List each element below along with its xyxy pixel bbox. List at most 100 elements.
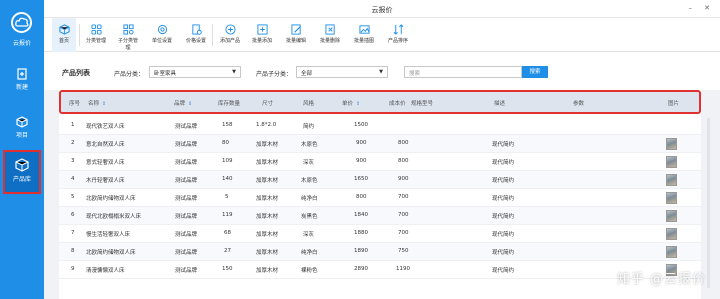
cell-price: 900 [356, 158, 367, 164]
subcategory-select[interactable]: 全部 ▼ [296, 66, 388, 78]
cell-style: 木原色 [301, 142, 318, 148]
cell-description: 现代简约 [492, 268, 515, 274]
unit-settings-icon [157, 24, 167, 35]
table-row[interactable]: 1 现代铁艺双人床 测试品牌 158 1.8*2.0 简约 1500 [59, 117, 701, 135]
header-description[interactable]: 描述 [494, 99, 505, 107]
sidebar-item-label: 产品库 [12, 176, 31, 183]
toolbar-category-button[interactable]: 分类管理 [84, 18, 108, 52]
toolbar-divider [79, 24, 80, 46]
cell-price: 1890 [354, 248, 368, 254]
cell-stock: 68 [224, 230, 231, 236]
cell-name: 现代铁艺双人床 [86, 124, 125, 130]
cell-size: 加厚木材 [256, 268, 279, 274]
sort-icon[interactable]: ⇕ [356, 101, 360, 107]
cell-price: 1840 [354, 212, 368, 218]
cell-no: 5 [71, 194, 75, 200]
cell-description: 现代简约 [492, 160, 515, 166]
table-row[interactable]: 4 木丹轻奢双人床 测试品牌 140 加厚木材 木原色 1650 900 现代简… [59, 171, 701, 189]
table-row[interactable]: 5 北欧简约储物双人床 测试品牌 5 加厚木材 纯净白 800 700 现代简约 [59, 189, 701, 207]
sidebar-item-product-library[interactable]: 产品库 [3, 150, 41, 194]
add-product-icon [224, 24, 236, 35]
cell-no: 2 [71, 140, 75, 146]
header-label: 名称 [88, 101, 100, 107]
toolbar-label: 价格设置 [185, 38, 206, 44]
toolbar-subcategory-button[interactable]: 子分类管理 [116, 18, 140, 52]
header-stock[interactable]: 库存数量 [218, 99, 240, 107]
table-row[interactable]: 2 意北自然双人床 测试品牌 80 加厚木材 木原色 900 800 现代简约 [59, 135, 701, 153]
minimize-button[interactable]: – [689, 4, 693, 12]
header-image[interactable]: 图片 [668, 99, 679, 107]
toolbar-sort-button[interactable]: 产品排序 [386, 18, 410, 52]
cell-description: 现代简约 [492, 250, 515, 256]
header-spec[interactable]: 规格型号 [411, 99, 433, 107]
header-brand[interactable]: 品牌 ⇕ [174, 99, 192, 107]
cell-cost: 750 [398, 248, 409, 254]
header-cost[interactable]: 成本价 [389, 99, 406, 107]
cell-price: 1880 [354, 230, 368, 236]
cell-brand: 测试品牌 [175, 142, 198, 148]
sidebar-item-project[interactable]: 项目 [0, 116, 44, 139]
title-bar: 云报价 – ✕ [44, 0, 720, 18]
cell-size: 加厚木材 [256, 250, 279, 256]
toolbar-label: 批量删除 [319, 38, 340, 44]
category-select-value: 卧室家具 [154, 71, 177, 77]
cell-no: 4 [71, 176, 75, 182]
product-thumbnail[interactable] [666, 192, 677, 204]
header-style[interactable]: 风格 [303, 99, 314, 107]
watermark-text: 知乎 @云报价 [616, 272, 706, 287]
toolbar-batch-edit-button[interactable]: 批量编辑 [284, 18, 308, 52]
cell-cost: 800 [398, 158, 409, 164]
category-label: 产品分类： [114, 71, 145, 78]
toolbar-label: 子分类管理 [117, 38, 138, 51]
filter-bar: 产品列表 产品分类： 卧室家具 ▼ 产品子分类： 全部 ▼ 搜索 搜索 [44, 52, 720, 90]
cell-price: 1500 [354, 122, 368, 128]
product-thumbnail[interactable] [666, 246, 677, 258]
toolbar-batch-delete-button[interactable]: 批量删除 [318, 18, 342, 52]
cell-size: 加厚木材 [256, 142, 279, 148]
product-thumbnail[interactable] [666, 174, 677, 186]
toolbar-unit-settings-button[interactable]: 单位设置 [150, 18, 174, 52]
toolbar-label: 批量编辑 [285, 38, 306, 44]
header-name[interactable]: 名称 ⇕ [88, 99, 106, 107]
sort-icon[interactable]: ⇕ [188, 101, 192, 107]
product-cube-icon [15, 158, 29, 172]
table-row[interactable]: 7 慢生活轻奢双人床 测试品牌 68 加厚木材 深灰 1880 700 现代简约 [59, 225, 701, 243]
close-button[interactable]: ✕ [704, 4, 710, 12]
search-button[interactable]: 搜索 [522, 66, 548, 78]
sort-icon[interactable]: ⇕ [102, 101, 106, 107]
app-logo-label: 云报价 [12, 40, 31, 47]
product-thumbnail[interactable] [666, 210, 677, 222]
cell-brand: 测试品牌 [175, 232, 198, 238]
toolbar-batch-image-button[interactable]: 批量插图 [352, 18, 376, 52]
header-params[interactable]: 参数 [573, 99, 584, 107]
product-table: 序号 名称 ⇕ 品牌 ⇕ 库存数量 尺寸 风格 单价 ⇕ 成本价 规格型号 描述 参数… [59, 90, 701, 299]
sidebar-item-new[interactable]: 新建 [0, 68, 44, 91]
toolbar-price-settings-button[interactable]: 价格设置 [184, 18, 208, 52]
product-thumbnail[interactable] [666, 228, 677, 240]
product-thumbnail[interactable] [666, 156, 677, 168]
table-row[interactable]: 6 现代北欧榻榻米双人床 测试品牌 119 加厚木材 炭黑色 1840 700 … [59, 207, 701, 225]
table-header-row: 序号 名称 ⇕ 品牌 ⇕ 库存数量 尺寸 风格 单价 ⇕ 成本价 规格型号 描述 参数… [59, 90, 701, 114]
toolbar-batch-add-button[interactable]: 批量添加 [250, 18, 274, 52]
toolbar-home-button[interactable]: 首页 [52, 18, 76, 52]
cell-stock: 80 [222, 140, 229, 146]
category-select[interactable]: 卧室家具 ▼ [149, 66, 241, 78]
table-row[interactable]: 9 清漫慵懒双人床 测试品牌 150 加厚木材 裸粉色 2890 1190 现代… [59, 261, 701, 279]
toolbar-label: 分类管理 [85, 38, 106, 44]
cell-name: 慢生活轻奢双人床 [86, 232, 131, 238]
cell-size: 加厚木材 [256, 214, 279, 220]
search-input[interactable]: 搜索 [404, 66, 522, 78]
toolbar-label: 单位设置 [151, 38, 172, 44]
header-size[interactable]: 尺寸 [262, 99, 273, 107]
cell-name: 木丹轻奢双人床 [86, 178, 125, 184]
window-title: 云报价 [371, 6, 393, 14]
header-price[interactable]: 单价 ⇕ [342, 99, 360, 107]
header-no[interactable]: 序号 [69, 99, 80, 107]
cell-description: 现代简约 [492, 214, 515, 220]
cell-brand: 测试品牌 [175, 124, 198, 130]
table-row[interactable]: 3 意式轻奢双人床 测试品牌 109 加厚木材 深灰 900 800 现代简约 [59, 153, 701, 171]
toolbar-add-product-button[interactable]: 添加产品 [218, 18, 242, 52]
vertical-scrollbar[interactable] [707, 118, 710, 288]
table-row[interactable]: 8 北欧简约储物双人床 测试品牌 27 加厚木材 纯净白 1890 750 现代… [59, 243, 701, 261]
product-thumbnail[interactable] [666, 138, 677, 150]
